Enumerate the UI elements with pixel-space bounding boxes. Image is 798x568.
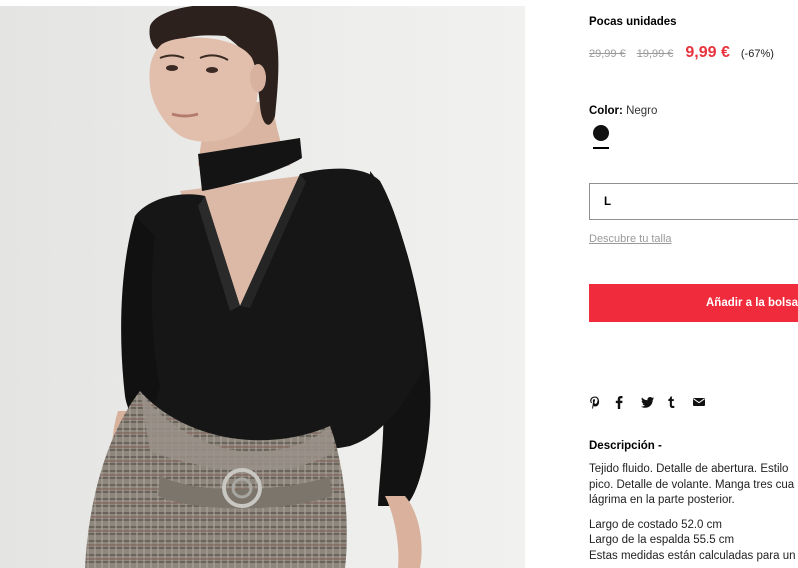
selected-swatch-indicator	[593, 147, 609, 149]
original-price: 29,99 €	[589, 48, 626, 60]
stock-status: Pocas unidades	[589, 16, 677, 28]
pinterest-icon[interactable]	[589, 394, 615, 410]
description-line: lágrima en la parte posterior.	[589, 494, 735, 506]
facebook-icon[interactable]	[615, 394, 641, 410]
sale-price: 9,99 €	[685, 44, 730, 61]
add-to-bag-button[interactable]: Añadir a la bolsa	[589, 284, 798, 322]
share-icons	[589, 394, 719, 410]
size-guide-link[interactable]: Descubre tu talla	[589, 233, 672, 245]
description-toggle[interactable]: Descripción -	[589, 440, 662, 452]
color-label-row: Color: Negro	[589, 105, 657, 117]
size-select[interactable]: L	[589, 183, 798, 220]
product-page: Pocas unidades 29,99 € 19,99 € 9,99 € (-…	[0, 0, 798, 568]
product-info-panel: Pocas unidades 29,99 € 19,99 € 9,99 € (-…	[589, 0, 798, 568]
color-swatch-black[interactable]	[593, 125, 609, 141]
email-icon[interactable]	[693, 394, 719, 410]
product-image[interactable]	[0, 6, 525, 568]
selected-size: L	[604, 196, 612, 208]
previous-price: 19,99 €	[636, 48, 674, 60]
product-description: Tejido fluido. Detalle de abertura. Esti…	[589, 462, 798, 564]
discount-percent: (-67%)	[740, 48, 774, 60]
measure-line: Largo de costado 52.0 cm	[589, 518, 722, 531]
tumblr-icon[interactable]	[667, 394, 693, 410]
color-value: Negro	[626, 105, 658, 117]
price-row: 29,99 € 19,99 € 9,99 € (-67%)	[589, 44, 774, 62]
description-line: Tejido fluido. Detalle de abertura. Esti…	[589, 463, 789, 475]
twitter-icon[interactable]	[641, 394, 667, 410]
product-photo-illustration	[85, 6, 431, 568]
description-line: pico. Detalle de volante. Manga tres cua	[589, 478, 795, 491]
color-label: Color:	[589, 105, 623, 117]
measure-line: Largo de la espalda 55.5 cm	[589, 534, 735, 546]
measure-line: Estas medidas están calculadas para un	[589, 549, 796, 562]
